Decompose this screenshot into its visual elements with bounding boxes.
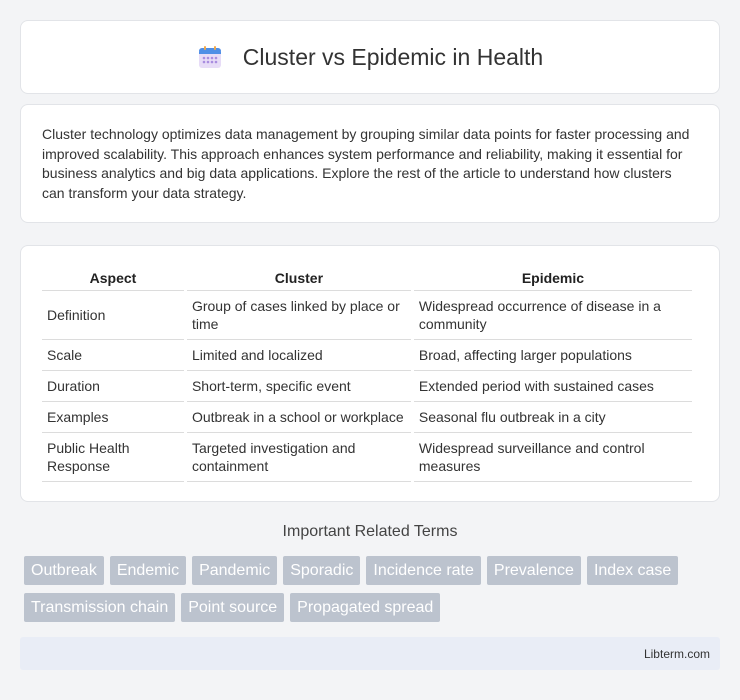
tag-point-source[interactable]: Point source xyxy=(181,593,285,622)
table-cell: Broad, affecting larger populations xyxy=(413,340,692,371)
related-terms-tags: Outbreak Endemic Pandemic Sporadic Incid… xyxy=(24,556,724,630)
table-cell: Extended period with sustained cases xyxy=(413,371,692,402)
table-cell: Examples xyxy=(42,402,184,433)
table-cell: Group of cases linked by place or time xyxy=(186,291,411,340)
footer: Libterm.com xyxy=(20,637,720,670)
title-wrap: Cluster vs Epidemic in Health xyxy=(197,44,543,71)
page-title: Cluster vs Epidemic in Health xyxy=(242,43,544,70)
table-cell: Short-term, specific event xyxy=(186,371,411,402)
table-cell: Outbreak in a school or workplace xyxy=(186,402,411,433)
header-aspect: Aspect xyxy=(42,266,184,291)
table-row: Examples Outbreak in a school or workpla… xyxy=(42,402,692,433)
tag-sporadic[interactable]: Sporadic xyxy=(283,556,361,585)
table-row: Duration Short-term, specific event Exte… xyxy=(42,371,692,402)
calendar-icon xyxy=(197,44,223,70)
table-cell: Seasonal flu outbreak in a city xyxy=(413,402,692,433)
table-cell: Scale xyxy=(42,340,184,371)
table-cell: Widespread occurrence of disease in a co… xyxy=(413,291,692,340)
intro-card: Cluster technology optimizes data manage… xyxy=(20,104,720,223)
table-cell: Limited and localized xyxy=(186,340,411,371)
table-cell: Public Health Response xyxy=(42,433,184,482)
tag-endemic[interactable]: Endemic xyxy=(109,556,187,585)
table-cell: Widespread surveillance and control meas… xyxy=(413,433,692,482)
tag-transmission-chain[interactable]: Transmission chain xyxy=(24,593,176,622)
table-cell: Duration xyxy=(42,371,184,402)
table-header-row: Aspect Cluster Epidemic xyxy=(42,266,692,291)
tag-outbreak[interactable]: Outbreak xyxy=(24,556,104,585)
table-cell: Targeted investigation and containment xyxy=(186,433,411,482)
header-cluster: Cluster xyxy=(186,266,411,291)
tag-prevalence[interactable]: Prevalence xyxy=(486,556,581,585)
comparison-table-card: Aspect Cluster Epidemic Definition Group… xyxy=(20,245,720,502)
intro-text: Cluster technology optimizes data manage… xyxy=(42,126,690,201)
tag-index-case[interactable]: Index case xyxy=(586,556,679,585)
table-row: Definition Group of cases linked by plac… xyxy=(42,291,692,340)
tag-pandemic[interactable]: Pandemic xyxy=(192,556,278,585)
footer-site-link[interactable]: Libterm.com xyxy=(644,647,710,661)
related-terms-title: Important Related Terms xyxy=(282,523,458,540)
table-row: Public Health Response Targeted investig… xyxy=(42,433,692,482)
table-cell: Definition xyxy=(42,291,184,340)
header-epidemic: Epidemic xyxy=(413,266,692,291)
tag-incidence-rate[interactable]: Incidence rate xyxy=(366,556,481,585)
header-card: Cluster vs Epidemic in Health xyxy=(20,20,720,94)
tag-propagated-spread[interactable]: Propagated spread xyxy=(290,593,441,622)
table-row: Scale Limited and localized Broad, affec… xyxy=(42,340,692,371)
comparison-table: Aspect Cluster Epidemic Definition Group… xyxy=(39,266,695,482)
